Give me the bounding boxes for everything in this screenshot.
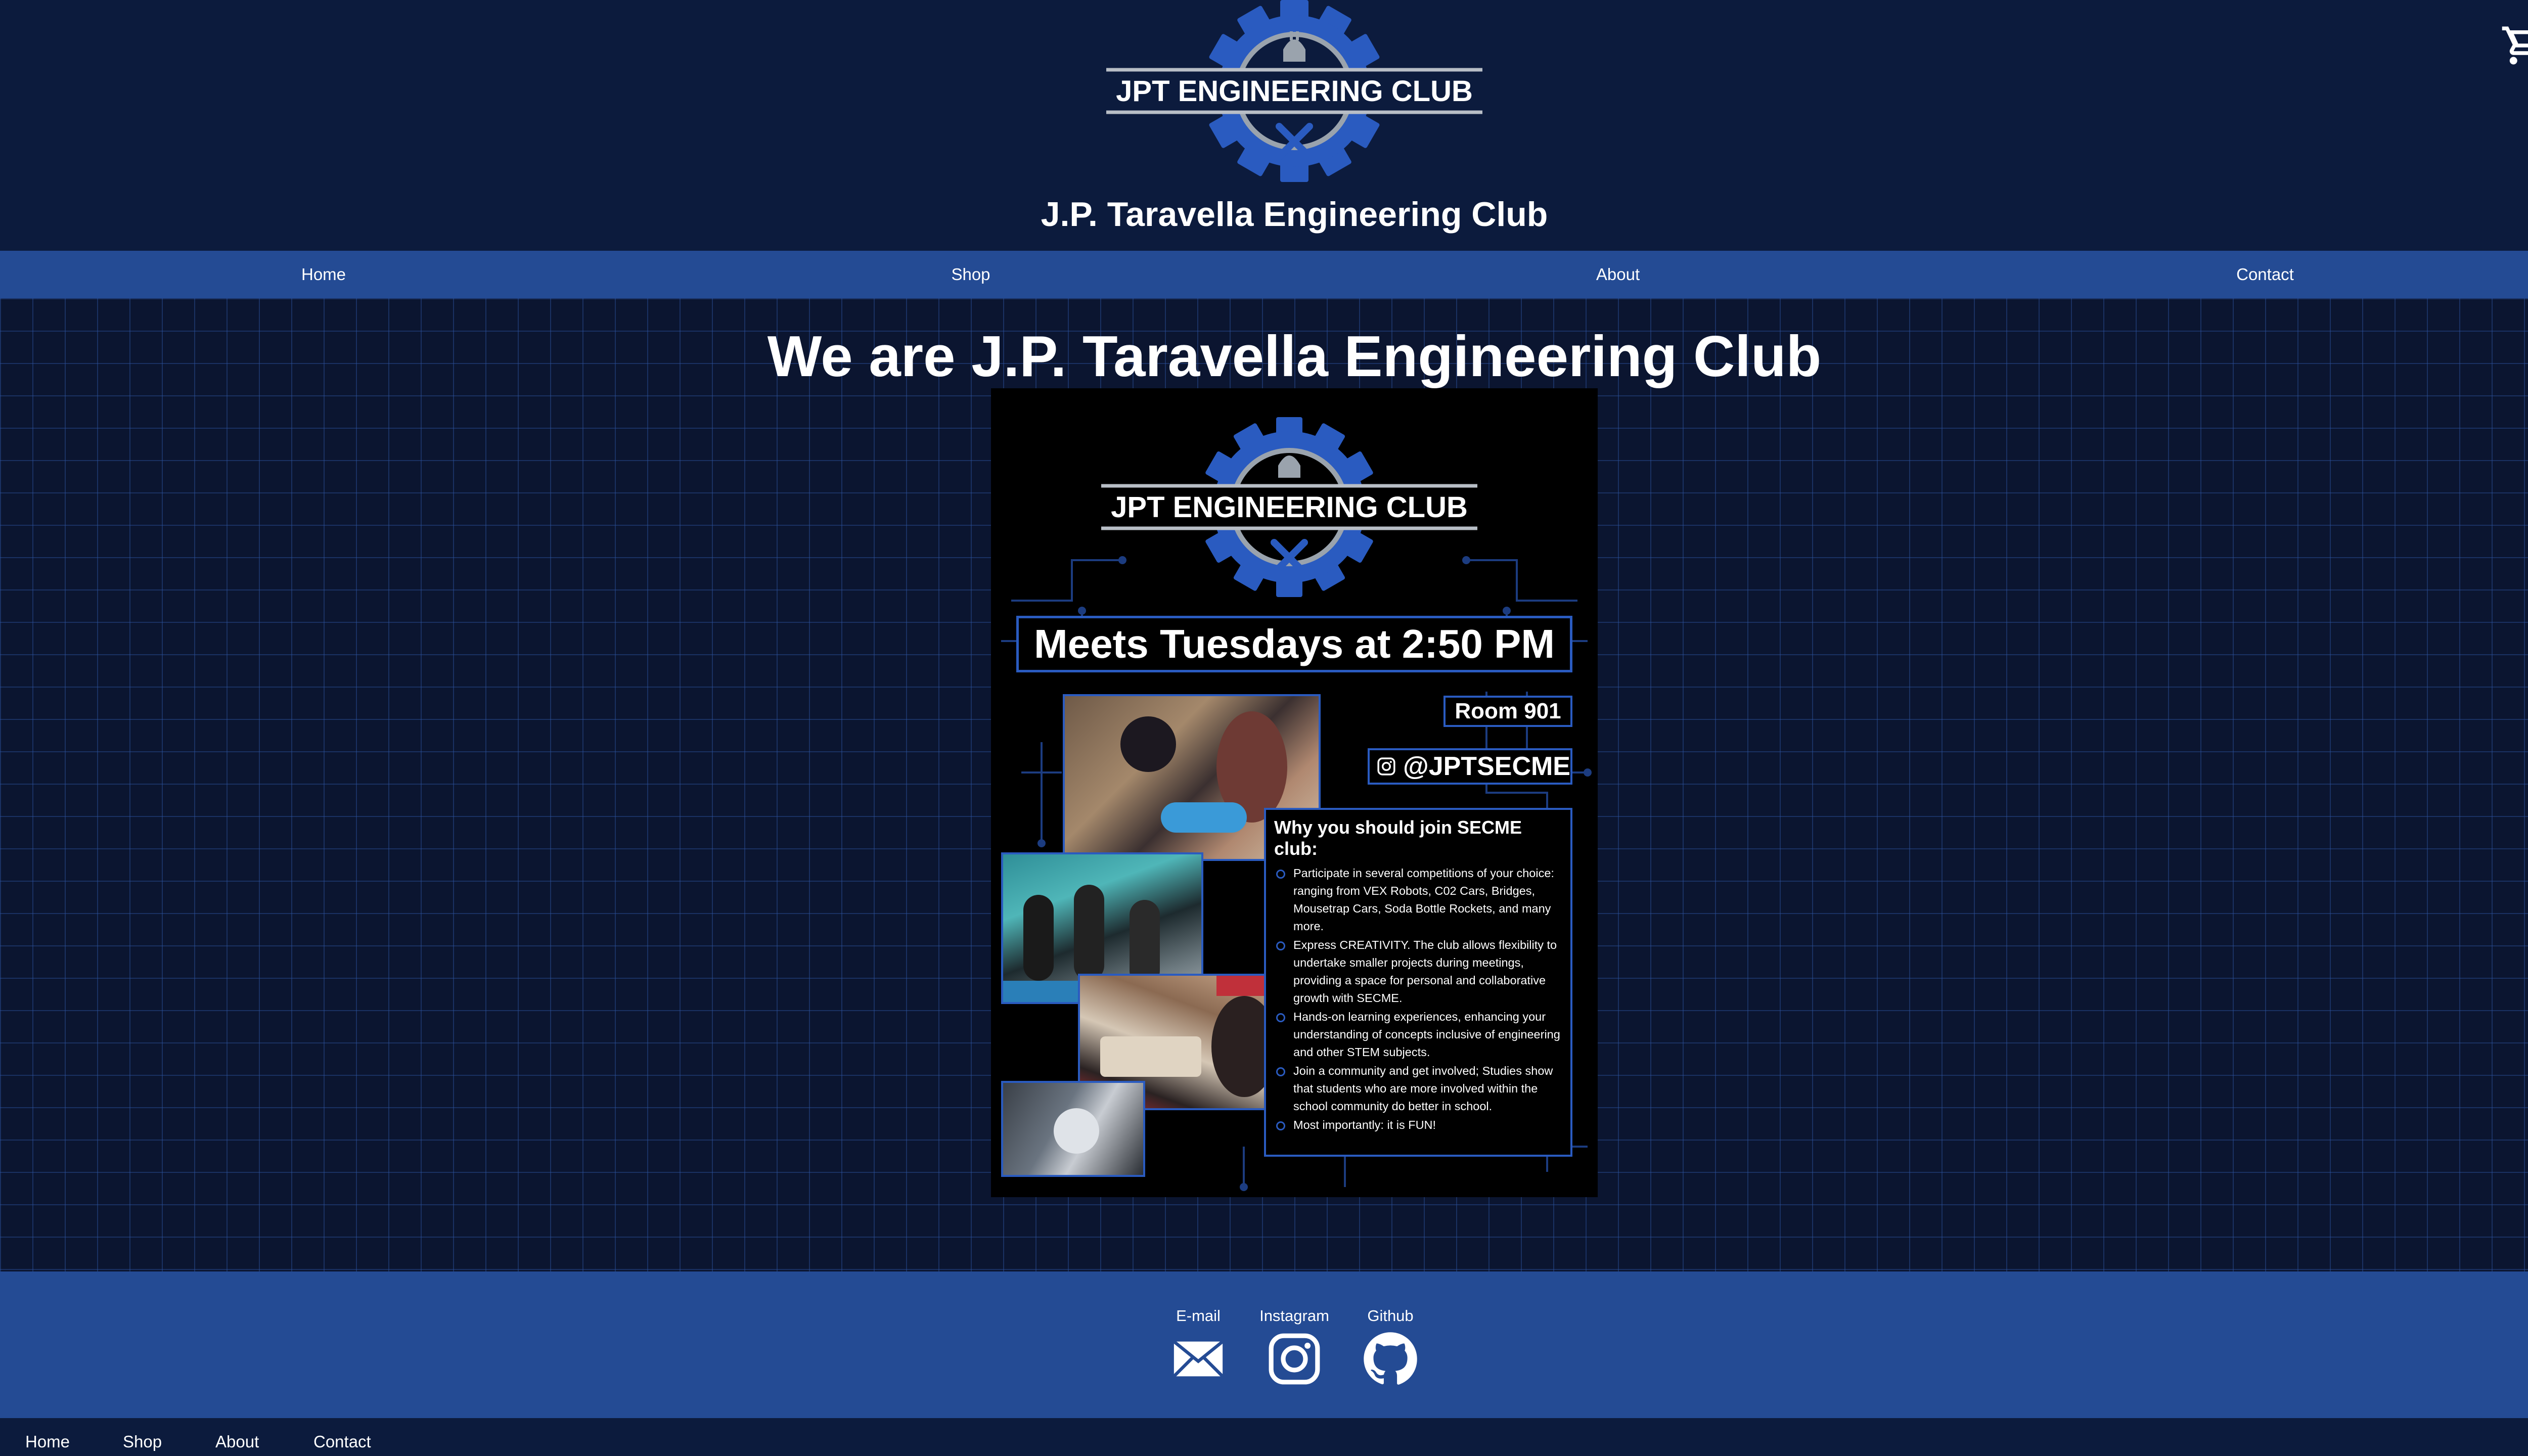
github-link[interactable]: Github bbox=[1350, 1307, 1431, 1387]
site-title: J.P. Taravella Engineering Club bbox=[1041, 195, 1548, 234]
meeting-time: Meets Tuesdays at 2:50 PM bbox=[1016, 616, 1572, 672]
email-icon[interactable] bbox=[1170, 1331, 1226, 1387]
footer-link-about[interactable]: About bbox=[215, 1432, 259, 1451]
instagram-link[interactable]: Instagram bbox=[1254, 1307, 1335, 1387]
nav-shop[interactable]: Shop bbox=[647, 251, 1294, 298]
club-logo[interactable]: JPT ENGINEERING CLUB bbox=[1102, 0, 1486, 182]
nav-about[interactable]: About bbox=[1294, 251, 1942, 298]
email-label: E-mail bbox=[1176, 1307, 1221, 1325]
main-nav: Home Shop About Contact bbox=[0, 251, 2528, 298]
why-join-title: Why you should join SECME club: bbox=[1274, 817, 1522, 859]
list-item: Join a community and get involved; Studi… bbox=[1274, 1062, 1562, 1115]
flyer-logo: JPT ENGINEERING CLUB bbox=[1101, 417, 1477, 597]
club-flyer: JPT ENGINEERING CLUB Meets Tuesdays at 2… bbox=[991, 388, 1598, 1197]
list-item: Participate in several competitions of y… bbox=[1274, 864, 1562, 935]
footer-link-contact[interactable]: Contact bbox=[313, 1432, 371, 1451]
why-join-box: Why you should join SECME club: Particip… bbox=[1264, 808, 1572, 1157]
instagram-icon[interactable] bbox=[1267, 1331, 1322, 1387]
site-header: JPT ENGINEERING CLUB J.P. Taravella Engi… bbox=[0, 0, 2528, 251]
github-label: Github bbox=[1367, 1307, 1414, 1325]
logo-text: JPT ENGINEERING CLUB bbox=[1116, 75, 1473, 108]
footer-link-shop[interactable]: Shop bbox=[123, 1432, 162, 1451]
instagram-handle-box: @JPTSECME bbox=[1368, 748, 1572, 785]
room-number: Room 901 bbox=[1443, 696, 1572, 727]
flyer-logo-text: JPT ENGINEERING CLUB bbox=[1111, 491, 1468, 524]
email-link[interactable]: E-mail bbox=[1158, 1307, 1239, 1387]
list-item: Most importantly: it is FUN! bbox=[1274, 1116, 1562, 1134]
list-item: Express CREATIVITY. The club allows flex… bbox=[1274, 936, 1562, 1007]
footer-link-home[interactable]: Home bbox=[25, 1432, 70, 1451]
list-item: Hands-on learning experiences, enhancing… bbox=[1274, 1008, 1562, 1061]
instagram-icon bbox=[1377, 757, 1395, 776]
instagram-label: Instagram bbox=[1259, 1307, 1329, 1325]
why-join-list: Participate in several competitions of y… bbox=[1274, 864, 1562, 1134]
nav-home[interactable]: Home bbox=[0, 251, 647, 298]
site-footer: E-mail Instagram Github bbox=[0, 1271, 2528, 1418]
club-photo bbox=[1001, 1081, 1145, 1177]
page-heading: We are J.P. Taravella Engineering Club bbox=[767, 325, 1822, 389]
nav-contact[interactable]: Contact bbox=[1942, 251, 2528, 298]
instagram-handle: @JPTSECME bbox=[1403, 752, 1570, 781]
footer-nav: Home Shop About Contact bbox=[0, 1418, 2528, 1456]
cart-icon[interactable] bbox=[2500, 23, 2528, 68]
github-icon[interactable] bbox=[1363, 1331, 1418, 1387]
